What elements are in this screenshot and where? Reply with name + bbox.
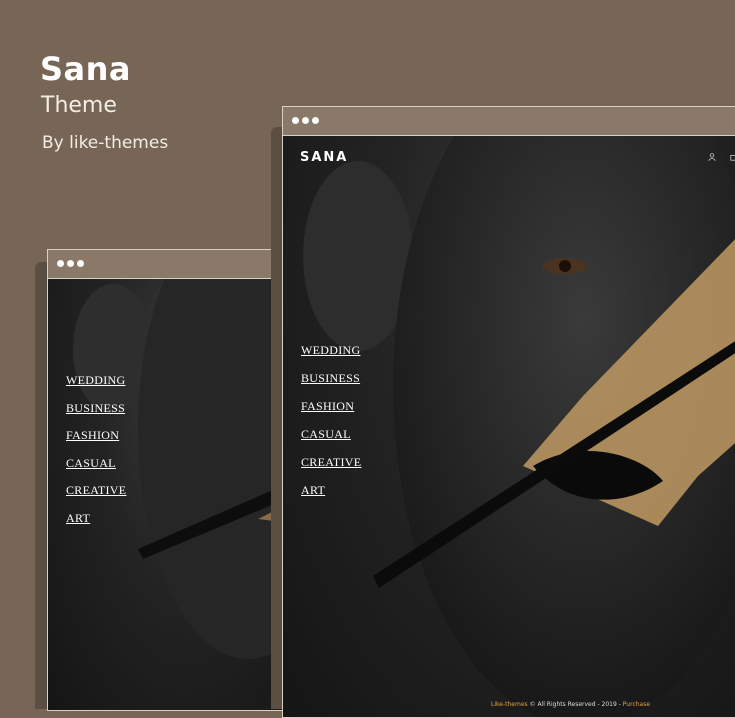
back-preview-titlebar [48,250,298,279]
menu-item-creative[interactable]: CREATIVE [66,477,126,505]
cart-icon[interactable] [730,153,735,161]
window-dots [292,117,319,124]
menu-item-creative[interactable]: CREATIVE [301,448,361,476]
menu-item-art[interactable]: ART [66,505,126,533]
menu-item-business[interactable]: BUSINESS [301,364,361,392]
front-preview-viewport: SANA WEDDING BUSINESS FASHION CASUAL CRE… [283,136,735,717]
site-footer: Like-themes © All Rights Reserved - 2019… [491,701,650,708]
window-dot [57,260,64,267]
menu-item-fashion[interactable]: FASHION [301,392,361,420]
theme-author: By like-themes [42,133,169,153]
menu-item-wedding[interactable]: WEDDING [301,336,361,364]
back-preview-window: WEDDING BUSINESS FASHION CASUAL CREATIVE… [47,249,299,711]
front-preview-titlebar [283,107,735,136]
user-icon[interactable] [708,153,716,161]
menu-item-art[interactable]: ART [301,476,361,504]
site-logo[interactable]: SANA [300,150,348,165]
window-dot [67,260,74,267]
back-nav-menu: WEDDING BUSINESS FASHION CASUAL CREATIVE… [66,367,126,532]
window-dot [312,117,319,124]
window-dot [77,260,84,267]
menu-item-fashion[interactable]: FASHION [66,422,126,450]
menu-item-business[interactable]: BUSINESS [66,395,126,423]
menu-item-wedding[interactable]: WEDDING [66,367,126,395]
menu-item-casual[interactable]: CASUAL [66,450,126,478]
footer-brand-link[interactable]: Like-themes [491,701,528,708]
menu-item-casual[interactable]: CASUAL [301,420,361,448]
back-preview-viewport: WEDDING BUSINESS FASHION CASUAL CREATIVE… [48,279,298,710]
footer-copyright: © All Rights Reserved - 2019 - [527,701,623,708]
front-nav-menu: WEDDING BUSINESS FASHION CASUAL CREATIVE… [301,336,361,504]
front-preview-window: SANA WEDDING BUSINESS FASHION CASUAL CRE… [282,106,735,718]
window-dot [302,117,309,124]
footer-purchase-link[interactable]: Purchase [623,701,650,708]
theme-subtitle: Theme [41,93,117,118]
theme-title: Sana [40,50,132,88]
window-dots [57,260,84,267]
window-dot [292,117,299,124]
